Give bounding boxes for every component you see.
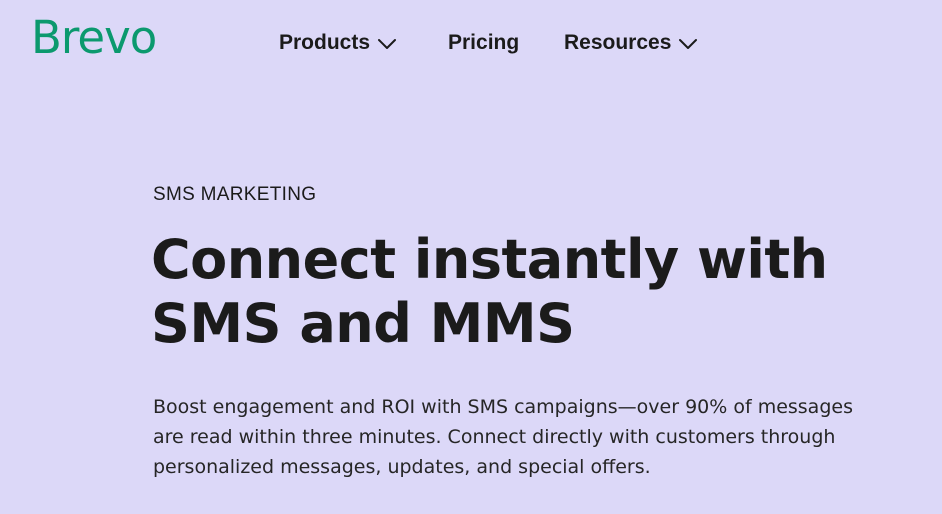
hero-description: Boost engagement and ROI with SMS campai… [153,396,853,478]
hero-eyebrow: SMS MARKETING [153,184,317,205]
chevron-down-icon [679,38,698,50]
nav-products[interactable]: Products [279,26,397,60]
nav-pricing[interactable]: Pricing [448,26,519,60]
nav-resources[interactable]: Resources [564,26,698,60]
chevron-down-icon [378,38,397,50]
hero-headline: Connect instantly with SMS and MMS [151,228,828,355]
nav-pricing-label: Pricing [448,31,520,54]
nav-products-label: Products [279,31,371,54]
nav-resources-label: Resources [564,31,672,54]
brevo-logo[interactable]: Brevo [31,10,157,66]
